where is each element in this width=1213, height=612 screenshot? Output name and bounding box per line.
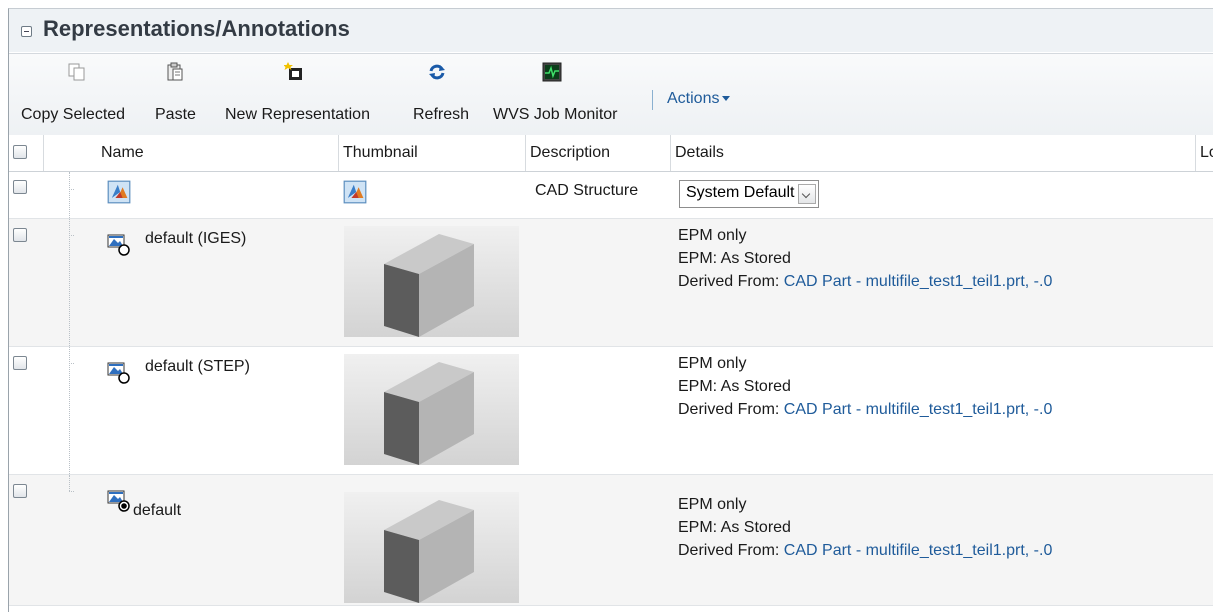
row-name[interactable]: default (IGES): [145, 230, 246, 248]
thumbnail-image[interactable]: [344, 226, 519, 337]
select-all-checkbox[interactable]: [13, 145, 27, 159]
derived-from-link[interactable]: CAD Part - multifile_test1_teil1.prt, -.…: [784, 401, 1053, 418]
derived-from-link[interactable]: CAD Part - multifile_test1_teil1.prt, -.…: [784, 273, 1053, 290]
cube-thumbnail-icon: [384, 362, 474, 465]
tree-connector: [69, 172, 71, 218]
row-name[interactable]: default: [133, 502, 181, 520]
new-representation-button[interactable]: New Representation: [211, 54, 404, 134]
table-row[interactable]: CAD Structure System Default: [9, 172, 1213, 219]
select-value: System Default: [686, 184, 795, 201]
copy-selected-label: Copy Selected: [21, 106, 126, 123]
tree-branch: [69, 491, 74, 493]
table-row[interactable]: default (IGES) EPM only EPM: As Stored D…: [9, 219, 1213, 347]
panel-titlebar: Representations/Annotations: [9, 9, 1213, 52]
wvs-job-monitor-label: WVS Job Monitor: [493, 106, 618, 123]
collapse-icon[interactable]: [21, 26, 32, 37]
details-line: EPM only: [678, 496, 747, 513]
details-cell: EPM only EPM: As Stored Derived From: CA…: [678, 224, 1052, 293]
description-cell: CAD Structure: [535, 182, 639, 199]
row-checkbox[interactable]: [13, 180, 27, 194]
header-details[interactable]: Details: [670, 135, 1195, 171]
header-description[interactable]: Description: [525, 135, 669, 171]
paste-icon: [167, 62, 183, 81]
derived-from-label: Derived From:: [678, 273, 784, 290]
toolbar: Copy Selected Paste New Representation R…: [9, 53, 1213, 136]
refresh-icon: [429, 64, 445, 80]
header-name[interactable]: Name: [97, 135, 337, 171]
details-line: EPM: As Stored: [678, 378, 791, 395]
new-representation-icon: [284, 62, 302, 80]
derived-from-line: Derived From: CAD Part - multifile_test1…: [678, 270, 1052, 293]
details-line: EPM only: [678, 227, 747, 244]
derived-from-line: Derived From: CAD Part - multifile_test1…: [678, 398, 1052, 421]
cube-thumbnail-icon: [384, 234, 474, 337]
representation-icon[interactable]: [107, 233, 131, 257]
tree-connector: [69, 475, 71, 491]
tree-connector: [69, 347, 71, 474]
derived-from-label: Derived From:: [678, 542, 784, 559]
toolbar-separator: [652, 90, 653, 110]
details-line: EPM: As Stored: [678, 250, 791, 267]
details-line: EPM only: [678, 355, 747, 372]
tree-branch: [69, 235, 74, 237]
derived-from-link[interactable]: CAD Part - multifile_test1_teil1.prt, -.…: [784, 542, 1053, 559]
copy-icon: [68, 63, 85, 81]
paste-button[interactable]: Paste: [146, 54, 211, 134]
table-row[interactable]: default EPM only EPM: As Stored Derived …: [9, 475, 1213, 606]
header-thumbnail[interactable]: Thumbnail: [338, 135, 521, 171]
chevron-down-icon[interactable]: [798, 184, 817, 204]
details-cell: EPM only EPM: As Stored Derived From: CA…: [678, 352, 1052, 421]
table-row[interactable]: default (STEP) EPM only EPM: As Stored D…: [9, 347, 1213, 475]
representations-panel: Representations/Annotations Copy Selecte…: [8, 8, 1213, 612]
new-representation-label: New Representation: [225, 106, 370, 123]
header-location[interactable]: Lo: [1195, 135, 1213, 171]
tree-connector: [69, 219, 71, 346]
details-line: EPM: As Stored: [678, 519, 791, 536]
row-checkbox[interactable]: [13, 484, 27, 498]
derived-from-line: Derived From: CAD Part - multifile_test1…: [678, 539, 1052, 562]
thumbnail-image[interactable]: [344, 492, 519, 603]
table-header: Name Thumbnail Description Details Lo: [9, 135, 1213, 172]
row-name[interactable]: default (STEP): [145, 358, 250, 376]
job-monitor-icon: [542, 62, 562, 82]
row-checkbox[interactable]: [13, 228, 27, 242]
paste-label: Paste: [155, 106, 196, 123]
default-representation-icon[interactable]: [107, 489, 131, 513]
caret-down-icon: [722, 96, 731, 102]
cad-structure-icon[interactable]: [107, 180, 131, 204]
representation-icon[interactable]: [107, 361, 131, 385]
details-cell: EPM only EPM: As Stored Derived From: CA…: [678, 493, 1052, 562]
cube-thumbnail-icon: [384, 500, 474, 603]
refresh-button[interactable]: Refresh: [404, 54, 484, 134]
header-tree: [43, 135, 94, 171]
tree-branch: [69, 363, 74, 365]
configuration-select[interactable]: System Default: [679, 180, 820, 208]
actions-menu[interactable]: Actions: [667, 90, 731, 108]
thumbnail-image[interactable]: [344, 354, 519, 465]
wvs-job-monitor-button[interactable]: WVS Job Monitor: [484, 54, 647, 134]
refresh-label: Refresh: [413, 106, 470, 123]
copy-selected-button[interactable]: Copy Selected: [9, 54, 146, 134]
panel-title: Representations/Annotations: [43, 16, 350, 41]
tree-branch: [69, 189, 74, 191]
derived-from-label: Derived From:: [678, 401, 784, 418]
actions-label: Actions: [667, 90, 720, 107]
cad-structure-thumbnail-icon: [343, 180, 367, 204]
row-checkbox[interactable]: [13, 356, 27, 370]
